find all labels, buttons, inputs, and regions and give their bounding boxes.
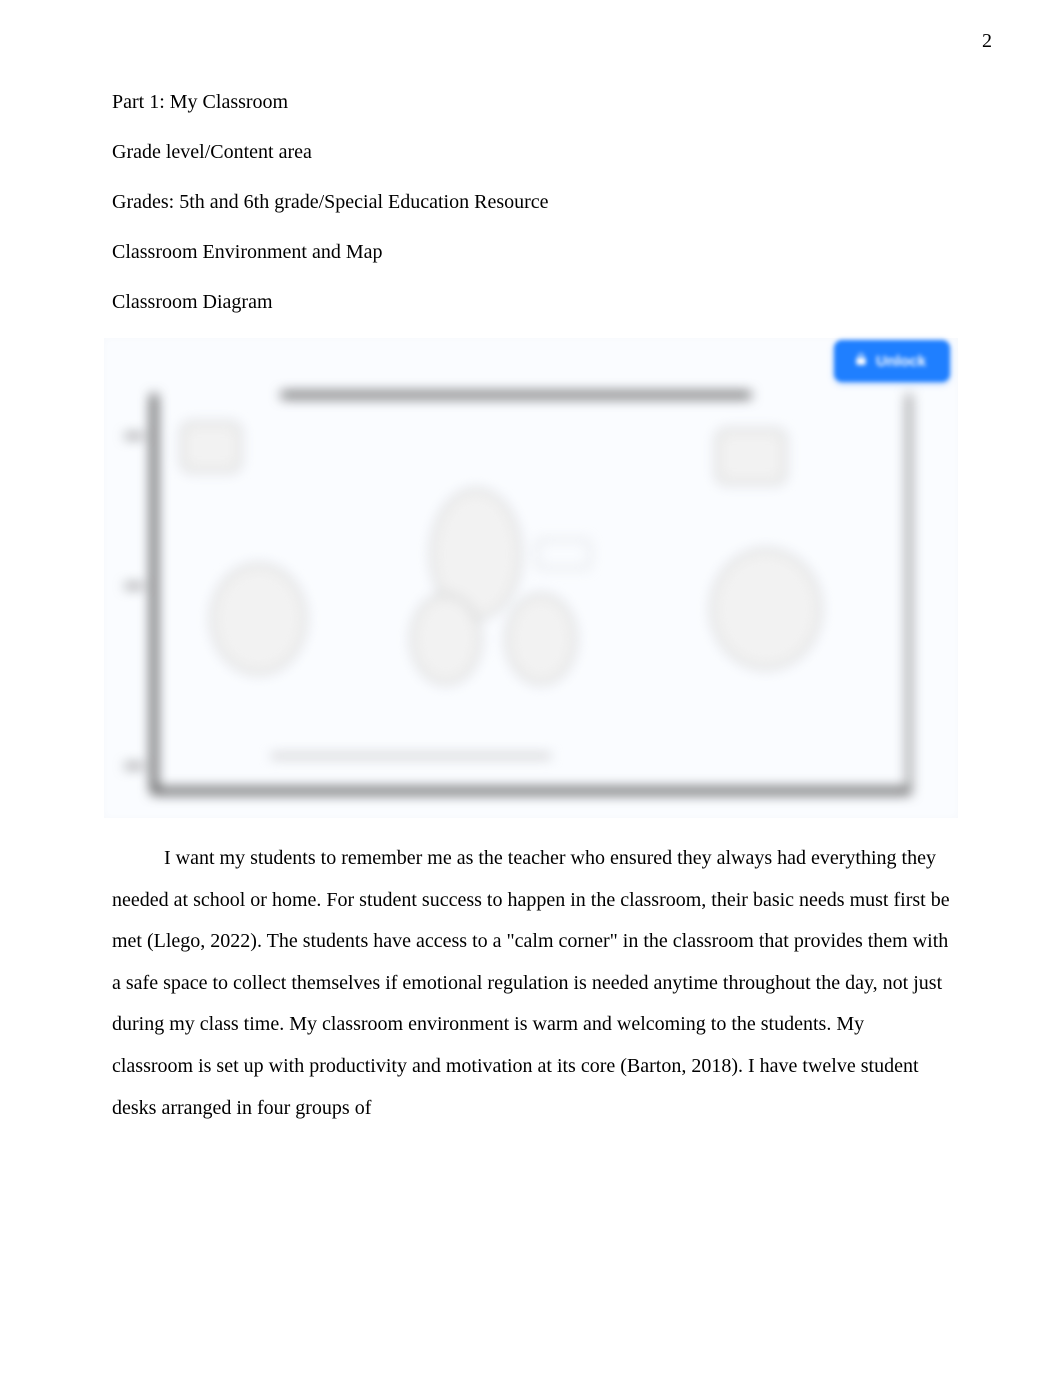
document-page: 2 Part 1: My Classroom Grade level/Conte…	[0, 0, 1062, 1169]
headings-block: Part 1: My Classroom Grade level/Content…	[112, 88, 950, 316]
page-number: 2	[982, 30, 992, 53]
unlock-button-label: Unlock	[876, 353, 926, 370]
classroom-diagram-image	[151, 394, 911, 794]
environment-map-heading: Classroom Environment and Map	[112, 238, 950, 266]
lock-icon	[854, 352, 868, 370]
part-heading: Part 1: My Classroom	[112, 88, 950, 116]
unlock-button[interactable]: Unlock	[834, 340, 950, 382]
classroom-diagram-container: Unlock	[104, 338, 958, 818]
body-paragraph-text: I want my students to remember me as the…	[112, 847, 950, 1119]
grade-level-label: Grade level/Content area	[112, 138, 950, 166]
diagram-heading: Classroom Diagram	[112, 288, 950, 316]
body-paragraph: I want my students to remember me as the…	[112, 838, 950, 1129]
grade-level-value: Grades: 5th and 6th grade/Special Educat…	[112, 188, 950, 216]
